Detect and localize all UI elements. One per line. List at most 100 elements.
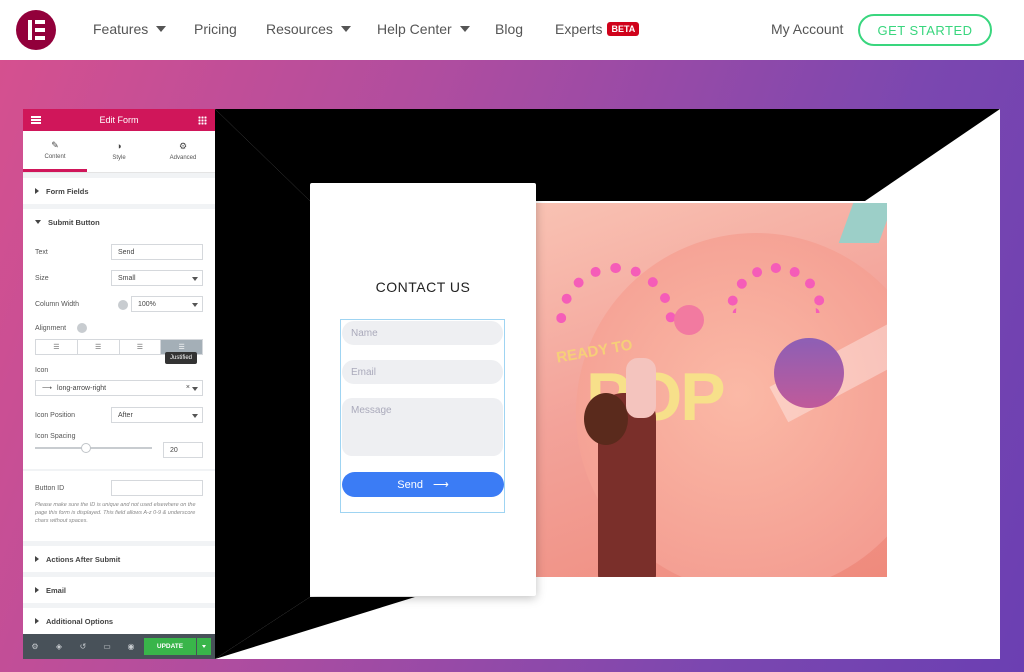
chevron-down-icon [156, 26, 167, 32]
nav-help-center[interactable]: Help Center [377, 21, 470, 37]
caret-right-icon [35, 587, 39, 593]
name-field[interactable]: Name [342, 321, 503, 345]
nav-features-label: Features [93, 21, 149, 37]
column-width-label: Column Width [35, 301, 79, 308]
nav-blog[interactable]: Blog [495, 21, 523, 37]
get-started-button[interactable]: GET STARTED [858, 14, 992, 46]
text-label: Text [35, 249, 48, 256]
nav-my-account[interactable]: My Account [771, 21, 843, 37]
section-submit-button: Submit Button Text Send Size Small Colum… [23, 209, 215, 469]
nav-resources[interactable]: Resources [266, 21, 351, 37]
icon-select[interactable]: ⟶ long-arrow-right × [35, 380, 203, 396]
chevron-down-icon [459, 26, 470, 32]
icon-spacing-input[interactable]: 20 [163, 442, 203, 458]
hero-photo: READY TO POP [536, 203, 887, 577]
pencil-icon: ✎ [51, 139, 59, 150]
align-left-button[interactable]: ☰ [36, 340, 78, 354]
icon-position-label: Icon Position [35, 412, 76, 419]
text-input[interactable]: Send [111, 244, 203, 260]
email-field[interactable]: Email [342, 360, 503, 384]
responsive-device-icon[interactable] [77, 323, 87, 333]
panel-title: Edit Form [99, 115, 139, 125]
nav-my-account-label: My Account [771, 21, 844, 37]
icon-spacing-label: Icon Spacing [35, 433, 76, 440]
tab-advanced[interactable]: ⚙ Advanced [151, 131, 215, 172]
preview-canvas: READY TO POP CONTACT US Name Email Messa… [215, 109, 1000, 659]
editor-panel: Edit Form ✎ Content ◑ Style ⚙ Advanced F… [23, 109, 215, 659]
section-actions-after-submit[interactable]: Actions After Submit [23, 546, 215, 572]
chevron-down-icon [192, 387, 198, 391]
preview-eye-icon[interactable]: ◉ [119, 642, 143, 651]
panel-header: Edit Form [23, 109, 215, 131]
nav-features[interactable]: Features [93, 21, 167, 37]
section-actions-after-submit-label: Actions After Submit [46, 554, 121, 564]
chevron-down-icon [202, 645, 206, 648]
nav-experts-label: Experts [555, 21, 603, 37]
history-icon[interactable]: ↺ [71, 642, 95, 651]
beta-badge: BETA [607, 22, 640, 36]
update-options-button[interactable] [197, 638, 211, 655]
elementor-logo[interactable] [16, 10, 56, 50]
section-email[interactable]: Email [23, 577, 215, 603]
section-form-fields[interactable]: Form Fields [23, 178, 215, 204]
send-button-label: Send [397, 478, 423, 491]
column-width-value: 100% [138, 300, 156, 308]
contact-form-card: CONTACT US Name Email Message Send ⟶ [310, 183, 536, 596]
message-field[interactable]: Message [342, 398, 503, 456]
button-id-input[interactable] [111, 480, 203, 496]
nav-help-center-label: Help Center [377, 21, 452, 37]
responsive-device-icon[interactable] [118, 300, 128, 310]
tab-advanced-label: Advanced [169, 155, 197, 161]
tab-content[interactable]: ✎ Content [23, 131, 87, 172]
align-center-button[interactable]: ☰ [77, 340, 120, 354]
tab-style[interactable]: ◑ Style [87, 131, 151, 172]
icon-position-select[interactable]: After [111, 407, 203, 423]
long-arrow-right-icon: ⟶ [432, 479, 449, 491]
nav-pricing-label: Pricing [194, 21, 237, 37]
nav-pricing[interactable]: Pricing [194, 21, 237, 37]
top-navigation: Features Pricing Resources Help Center B… [0, 0, 1024, 60]
settings-icon[interactable]: ⚙ [23, 642, 47, 651]
button-id-control: Button ID Please make sure the ID is uni… [23, 471, 215, 541]
justified-tooltip: Justified [165, 352, 198, 364]
slider-handle[interactable] [81, 443, 91, 453]
section-email-label: Email [46, 585, 67, 595]
icon-spacing-slider[interactable] [35, 443, 152, 453]
caret-right-icon [35, 618, 39, 624]
menu-icon[interactable] [31, 116, 41, 124]
icon-position-value: After [118, 411, 133, 419]
responsive-mode-icon[interactable]: ▭ [95, 642, 119, 651]
panel-tabs: ✎ Content ◑ Style ⚙ Advanced [23, 131, 215, 173]
size-label: Size [35, 275, 49, 282]
chevron-down-icon [192, 303, 198, 307]
nav-resources-label: Resources [266, 21, 333, 37]
icon-select-value: long-arrow-right [57, 384, 107, 392]
panel-footer: ⚙ ◈ ↺ ▭ ◉ UPDATE [23, 634, 215, 659]
size-select-value: Small [118, 274, 136, 282]
nav-blog-label: Blog [495, 21, 524, 37]
chevron-down-icon [340, 26, 351, 32]
icon-label: Icon [35, 367, 49, 374]
section-additional-options[interactable]: Additional Options [23, 608, 215, 634]
column-width-select[interactable]: 100% [131, 296, 203, 312]
navigator-icon[interactable]: ◈ [47, 642, 71, 651]
section-additional-options-label: Additional Options [46, 616, 114, 626]
tab-content-label: Content [44, 153, 66, 160]
long-arrow-right-icon: ⟶ [42, 385, 53, 392]
update-button[interactable]: UPDATE [144, 638, 196, 655]
chevron-down-icon [192, 414, 198, 418]
send-button[interactable]: Send ⟶ [342, 472, 504, 497]
section-submit-button-label: Submit Button [48, 217, 100, 227]
caret-down-icon [35, 220, 41, 224]
size-select[interactable]: Small [111, 270, 203, 286]
clear-icon[interactable]: × [186, 384, 190, 391]
caret-right-icon [35, 556, 39, 562]
contact-form-title: CONTACT US [375, 279, 471, 295]
nav-experts[interactable]: Experts BETA [555, 21, 640, 37]
contrast-icon: ◑ [116, 141, 122, 151]
chevron-down-icon [192, 277, 198, 281]
section-submit-button-header[interactable]: Submit Button [23, 209, 215, 235]
align-right-button[interactable]: ☰ [119, 340, 162, 354]
widgets-grid-icon[interactable] [198, 116, 207, 125]
button-id-label: Button ID [35, 485, 65, 492]
